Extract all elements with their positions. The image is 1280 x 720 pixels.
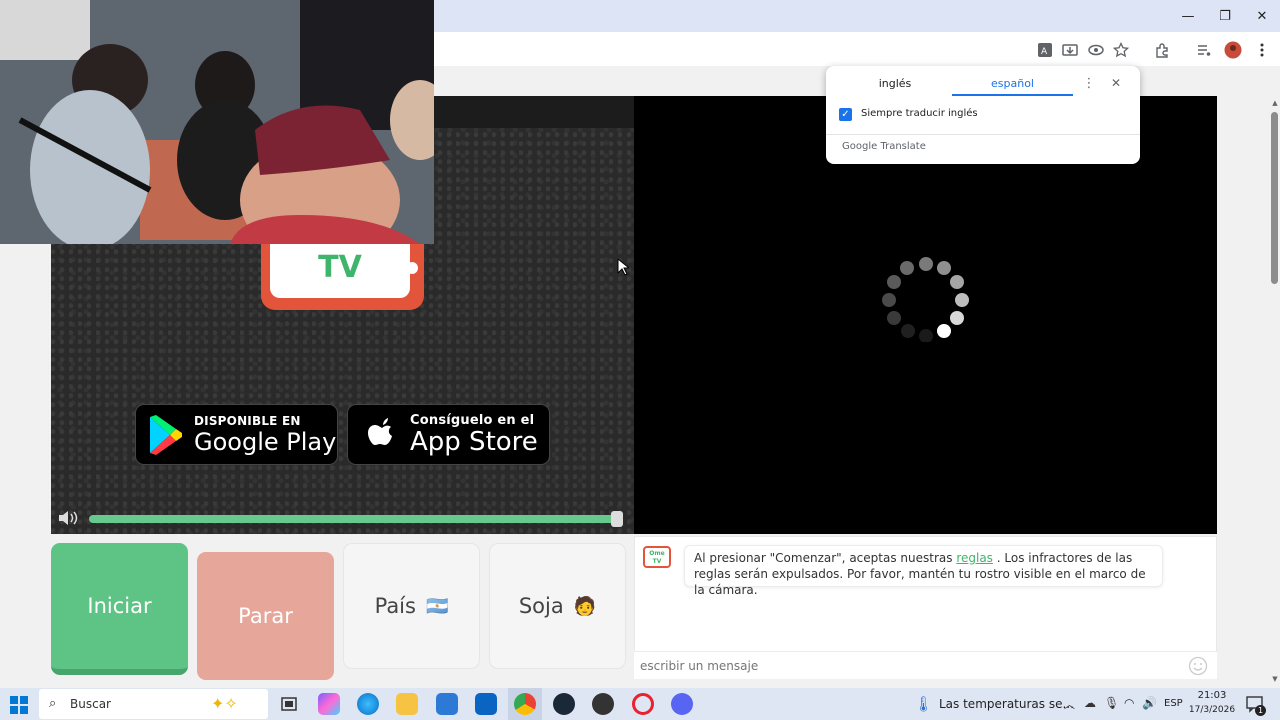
app-store-small-text: Consíguelo en el bbox=[410, 413, 535, 428]
country-label: País bbox=[374, 594, 416, 618]
microphone-icon[interactable]: 🎙 bbox=[1104, 696, 1119, 710]
system-message: Al presionar "Comenzar", aceptas nuestra… bbox=[684, 545, 1163, 597]
microsoft-store-icon[interactable] bbox=[436, 693, 458, 715]
emoji-icon[interactable] bbox=[1188, 656, 1208, 676]
chat-message-input[interactable] bbox=[640, 656, 1170, 676]
eye-icon[interactable] bbox=[1085, 39, 1107, 61]
edge-browser-icon[interactable] bbox=[357, 693, 379, 715]
opera-gx-icon[interactable] bbox=[632, 693, 654, 715]
loading-spinner bbox=[880, 256, 970, 343]
svg-text:A: A bbox=[1041, 47, 1048, 57]
apple-icon bbox=[366, 416, 398, 454]
avatar-text-tv: TV bbox=[652, 558, 662, 565]
clock-date[interactable]: 17/3/2026 bbox=[1188, 705, 1236, 715]
search-placeholder: Buscar bbox=[70, 697, 111, 711]
streamer-webcam-overlay bbox=[0, 0, 450, 260]
onedrive-cloud-icon[interactable]: ☁ bbox=[1084, 696, 1096, 710]
weather-thermometer-icon[interactable]: 🌡 bbox=[914, 695, 933, 715]
extensions-icon[interactable] bbox=[1151, 39, 1173, 61]
file-explorer-icon[interactable] bbox=[396, 693, 418, 715]
language-indicator[interactable]: ESP bbox=[1164, 698, 1183, 709]
taskbar-search-box[interactable]: ⌕ Buscar ✦✧ bbox=[39, 689, 268, 719]
profile-avatar-icon[interactable] bbox=[1222, 39, 1244, 61]
weather-text[interactable]: Las temperaturas se... bbox=[939, 697, 1074, 711]
obs-studio-icon[interactable] bbox=[592, 693, 614, 715]
windows-start-icon[interactable] bbox=[10, 696, 28, 714]
rules-link[interactable]: reglas bbox=[956, 551, 993, 565]
scrollbar-thumb[interactable] bbox=[1271, 112, 1278, 284]
search-icon: ⌕ bbox=[49, 696, 57, 711]
ometv-chat-avatar: Ome TV bbox=[643, 546, 671, 568]
discord-icon[interactable] bbox=[671, 693, 693, 715]
translate-icon[interactable]: A bbox=[1034, 39, 1056, 61]
gender-label: Soja bbox=[518, 594, 564, 618]
google-translate-logo: Google Translate bbox=[842, 141, 926, 152]
outlook-icon[interactable] bbox=[475, 693, 497, 715]
always-translate-checkbox[interactable]: ✓ bbox=[839, 108, 852, 121]
start-button[interactable]: Iniciar bbox=[51, 543, 188, 675]
active-tab-indicator bbox=[952, 94, 1073, 96]
local-video-header bbox=[434, 96, 634, 128]
ometv-logo-dot bbox=[406, 262, 418, 274]
steam-icon[interactable] bbox=[553, 693, 575, 715]
translate-more-icon[interactable]: ⋮ bbox=[1082, 76, 1096, 92]
system-tray-chevron-icon[interactable]: ︿ bbox=[1064, 696, 1075, 712]
scroll-up-icon[interactable]: ▲ bbox=[1270, 99, 1280, 107]
always-translate-label: Siempre traducir inglés bbox=[861, 108, 978, 119]
translate-logo-text: Translate bbox=[880, 141, 926, 152]
clock-time[interactable]: 21:03 bbox=[1190, 690, 1234, 701]
google-logo-text: Google bbox=[842, 141, 878, 152]
person-emoji-icon: 🧑 bbox=[573, 595, 597, 617]
browser-menu-icon[interactable] bbox=[1251, 39, 1273, 61]
task-view-icon[interactable] bbox=[278, 693, 300, 715]
close-window-button[interactable]: ✕ bbox=[1239, 0, 1280, 32]
bookmark-star-icon[interactable] bbox=[1110, 39, 1132, 61]
chrome-browser-icon[interactable] bbox=[514, 693, 536, 715]
google-play-small-text: DISPONIBLE EN bbox=[194, 413, 301, 428]
mouse-cursor-icon bbox=[617, 257, 631, 276]
app-store-badge[interactable]: Consíguelo en el App Store bbox=[347, 404, 550, 465]
tab-english[interactable]: inglés bbox=[836, 77, 954, 95]
popup-divider bbox=[826, 134, 1140, 135]
wifi-icon[interactable]: ◠ bbox=[1124, 696, 1134, 710]
ometv-logo-text: TV bbox=[270, 236, 410, 298]
translate-close-icon[interactable]: ✕ bbox=[1108, 76, 1124, 92]
message-text-before: Al presionar "Comenzar", aceptas nuestra… bbox=[694, 551, 953, 565]
install-app-icon[interactable] bbox=[1059, 39, 1081, 61]
volume-slider[interactable] bbox=[89, 515, 622, 523]
google-play-icon bbox=[148, 414, 184, 455]
argentina-flag-icon: 🇦🇷 bbox=[425, 595, 449, 617]
avatar-text-ome: Ome bbox=[649, 550, 665, 557]
country-filter-button[interactable]: País 🇦🇷 bbox=[343, 543, 480, 669]
speaker-icon[interactable]: 🔊 bbox=[1142, 696, 1157, 710]
notification-count-badge: 1 bbox=[1255, 705, 1266, 716]
tab-spanish[interactable]: español bbox=[952, 77, 1073, 95]
copilot-sparkle-icon: ✦✧ bbox=[211, 694, 238, 713]
app-store-big-text: App Store bbox=[410, 427, 538, 457]
stop-button[interactable]: Parar bbox=[197, 552, 334, 680]
copilot-app-icon[interactable] bbox=[318, 693, 340, 715]
gender-filter-button[interactable]: Soja 🧑 bbox=[489, 543, 626, 669]
media-control-icon[interactable] bbox=[1193, 39, 1215, 61]
scroll-down-icon[interactable]: ▼ bbox=[1270, 675, 1280, 683]
google-play-badge[interactable]: DISPONIBLE EN Google Play bbox=[135, 404, 338, 465]
volume-icon[interactable] bbox=[57, 509, 83, 529]
volume-slider-handle[interactable] bbox=[611, 511, 623, 527]
google-play-big-text: Google Play bbox=[194, 427, 337, 456]
